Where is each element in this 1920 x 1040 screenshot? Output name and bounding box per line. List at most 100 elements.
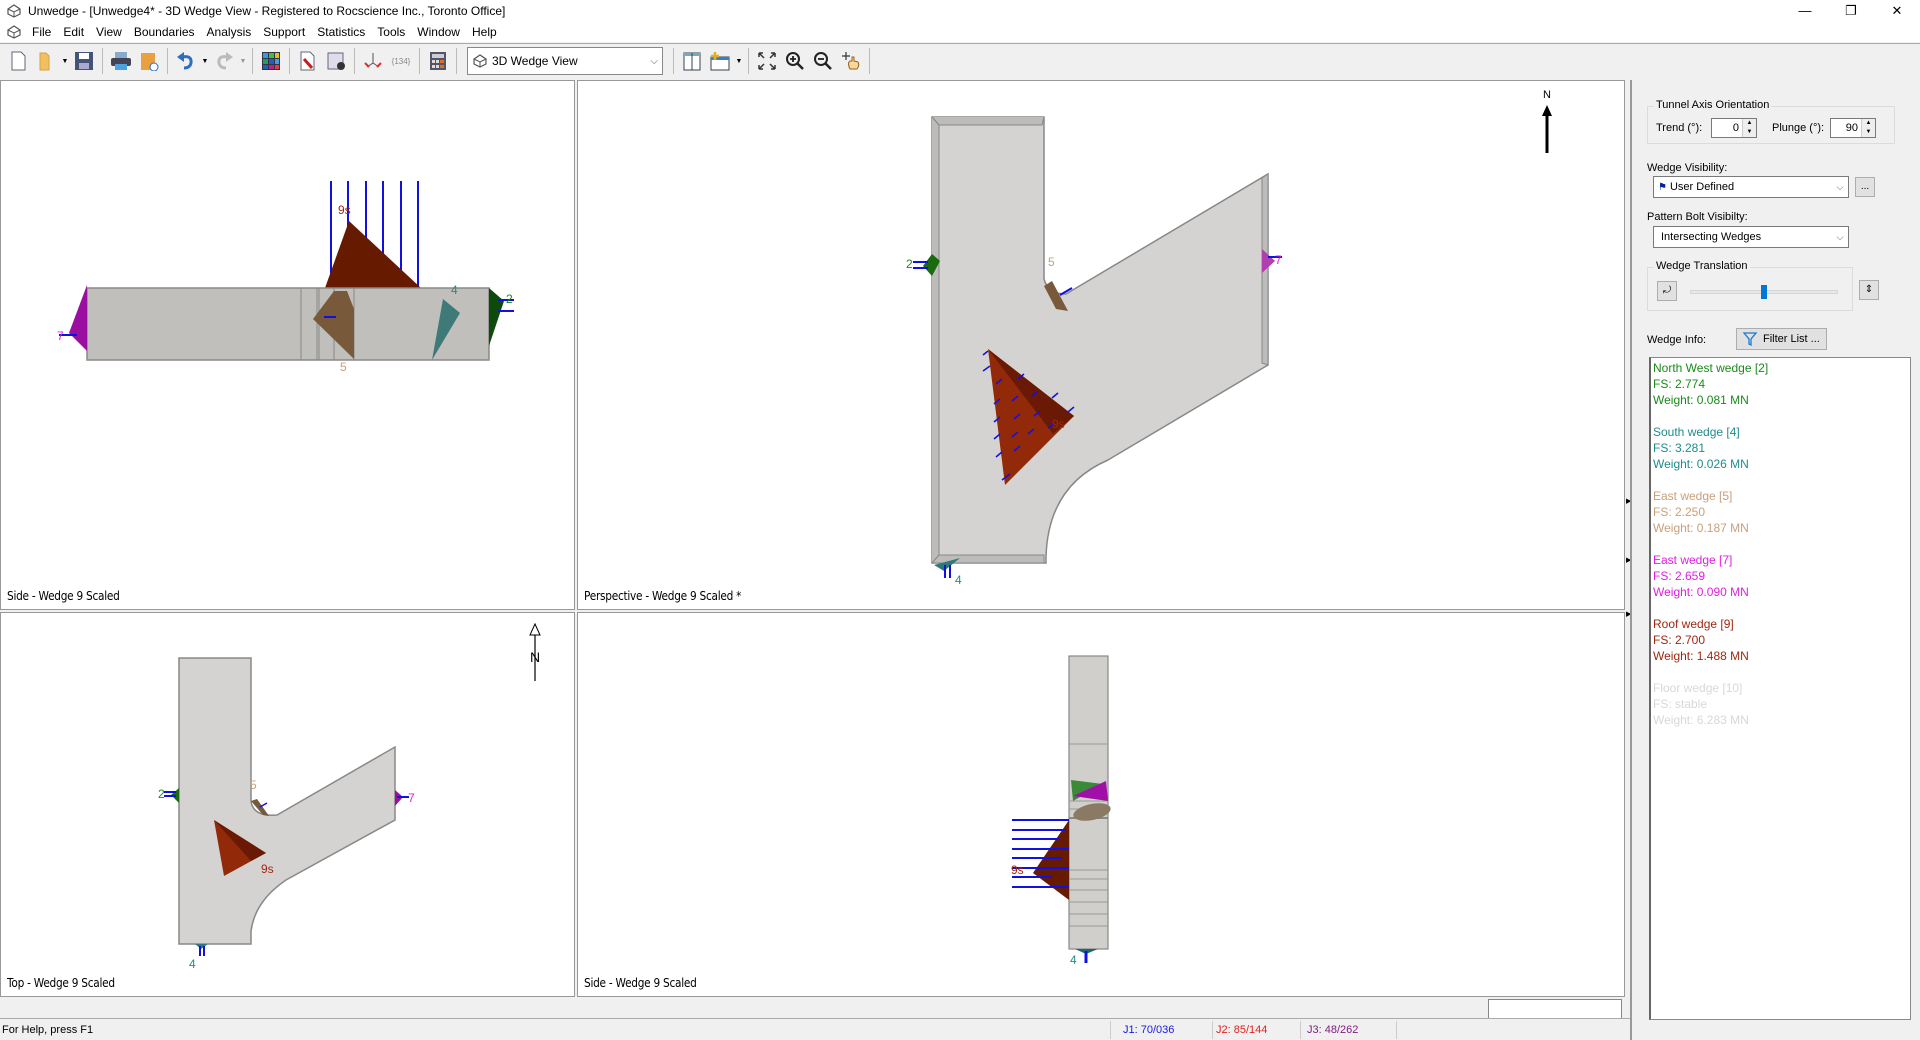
menu-window[interactable]: Window [411, 25, 466, 39]
wedge-translation-title: Wedge Translation [1654, 260, 1750, 272]
tunnel-axis-title: Tunnel Axis Orientation [1654, 99, 1772, 111]
viewport-side-top[interactable]: 9s 4 2 7 5 Side - Wedge 9 Scaled [0, 80, 575, 610]
wedge-label-2: 2 [906, 257, 913, 271]
new-window-button[interactable] [708, 49, 732, 73]
pattern-bolt-select[interactable]: Intersecting Wedges ⌵ [1653, 226, 1849, 248]
zoom-out-icon [814, 52, 832, 70]
pan-button[interactable] [839, 49, 863, 73]
wedge-info-name: East wedge [5] [1653, 489, 1733, 503]
menu-file[interactable]: File [26, 25, 57, 39]
redo-dropdown[interactable]: ▼ [238, 49, 248, 73]
slider-thumb[interactable] [1761, 285, 1767, 299]
wedge-info-entry: South wedge [4] FS: 3.281 Weight: 0.026 MN [1653, 424, 1908, 472]
document-icon[interactable] [6, 25, 22, 39]
menu-analysis[interactable]: Analysis [201, 25, 258, 39]
chevron-down-icon: ⌵ [650, 55, 658, 67]
menu-view[interactable]: View [90, 25, 128, 39]
new-file-button[interactable] [6, 49, 30, 73]
open-button[interactable] [34, 49, 58, 73]
tunnel-shape [930, 116, 1269, 564]
tile-vertical-button[interactable] [680, 49, 704, 73]
view-select[interactable]: 3D Wedge View ⌵ [467, 47, 663, 75]
input-data-button[interactable] [361, 49, 385, 73]
wedge-info-entry: East wedge [5] FS: 2.250 Weight: 0.187 MN [1653, 488, 1908, 536]
toolbar-separator [289, 48, 290, 74]
toolbar-separator [419, 48, 420, 74]
redo-icon [217, 52, 233, 70]
wedge-info-name: Roof wedge [9] [1653, 617, 1734, 631]
translate-options-button[interactable]: ⇕ [1859, 280, 1879, 300]
filter-icon [1743, 332, 1757, 346]
wedge-info-fs: FS: 2.700 [1653, 633, 1706, 647]
wedge-info-fs: FS: 2.774 [1653, 377, 1706, 391]
tunnel-side-profile [86, 287, 490, 361]
status-separator [1212, 1021, 1213, 1039]
open-dropdown[interactable]: ▼ [60, 49, 70, 73]
reset-icon: ⤾ [1662, 285, 1672, 296]
spinner-arrows-icon[interactable]: ▲ ▼ [1742, 119, 1756, 137]
project-settings-button[interactable] [296, 49, 320, 73]
menu-support[interactable]: Support [257, 25, 311, 39]
calculator-button[interactable] [426, 49, 450, 73]
filter-list-button[interactable]: Filter List ... [1736, 328, 1827, 350]
pattern-bolt-value: Intersecting Wedges [1661, 231, 1762, 243]
wedge-label-7: 7 [408, 791, 415, 805]
undo-button[interactable] [174, 49, 198, 73]
joint-1-orientation: J1: 70/036 [1123, 1024, 1175, 1036]
wedge-info-weight: Weight: 6.283 MN [1653, 713, 1749, 727]
tunnel-axis-group: Tunnel Axis Orientation Trend (°): 0 ▲ ▼ … [1647, 99, 1895, 144]
trend-spinner[interactable]: 0 ▲ ▼ [1711, 118, 1757, 138]
spinner-arrows-icon[interactable]: ▲ ▼ [1861, 119, 1875, 137]
minimize-button[interactable]: — [1782, 0, 1828, 22]
display-options-button[interactable] [259, 49, 283, 73]
new-window-icon [710, 52, 730, 71]
joint-combinations-button[interactable]: {134} [389, 49, 413, 73]
toolbar-separator [354, 48, 355, 74]
new-window-dropdown[interactable]: ▼ [734, 49, 744, 73]
toolbar-separator [252, 48, 253, 74]
export-icon [141, 53, 159, 71]
help-text: For Help, press F1 [2, 1024, 94, 1036]
redo-button[interactable] [212, 49, 236, 73]
wedge-translation-group: Wedge Translation ⤾ [1647, 260, 1853, 311]
viewport-label: Top - Wedge 9 Scaled [7, 976, 115, 990]
wedge-label-4: 4 [1070, 953, 1077, 967]
undo-dropdown[interactable]: ▼ [200, 49, 210, 73]
translate-reset-button[interactable]: ⤾ [1657, 281, 1677, 301]
wedge-info-entry: Roof wedge [9] FS: 2.700 Weight: 1.488 MN [1653, 616, 1908, 664]
save-button[interactable] [72, 49, 96, 73]
wedge-label-5: 5 [340, 360, 347, 374]
plunge-spinner[interactable]: 90 ▲ ▼ [1830, 118, 1876, 138]
viewport-top[interactable]: 2 5 7 9s 4 N Top - Wedge 9 Scaled [0, 612, 575, 997]
wedge-info-weight: Weight: 0.187 MN [1653, 521, 1749, 535]
zoom-extents-button[interactable] [755, 49, 779, 73]
menu-edit[interactable]: Edit [57, 25, 90, 39]
zoom-out-button[interactable] [811, 49, 835, 73]
wedge-label-4: 4 [189, 957, 196, 971]
wedge-visibility-select[interactable]: ⚑ User Defined ⌵ [1653, 176, 1849, 198]
project-settings-icon [300, 51, 315, 71]
print-button[interactable] [109, 49, 133, 73]
pattern-bolt-label: Pattern Bolt Visibilty: [1647, 211, 1748, 223]
menu-tools[interactable]: Tools [371, 25, 411, 39]
menu-boundaries[interactable]: Boundaries [128, 25, 201, 39]
open-folder-icon [39, 52, 50, 71]
viewport-perspective[interactable]: 2 5 7 9s 4 N Perspective - Wedge 9 Scale… [577, 80, 1625, 610]
wedge-label-5: 5 [250, 778, 257, 792]
analysis-settings-button[interactable] [324, 49, 348, 73]
top-view-canvas: 2 5 7 9s 4 N [158, 622, 541, 971]
menu-statistics[interactable]: Statistics [311, 25, 371, 39]
restore-button[interactable]: ❐ [1828, 0, 1874, 22]
zoom-in-button[interactable] [783, 49, 807, 73]
export-button[interactable] [137, 49, 161, 73]
wedge-label-7: 7 [1275, 253, 1282, 267]
menu-help[interactable]: Help [466, 25, 503, 39]
viewport-side-bottom[interactable]: 9s 4 Side - Wedge 9 Scaled [577, 612, 1625, 997]
status-separator [1110, 1021, 1111, 1039]
wedge-info-name: Floor wedge [10] [1653, 681, 1743, 695]
joint-3-orientation: J3: 48/262 [1307, 1024, 1359, 1036]
wedge-visibility-more-button[interactable]: ... [1855, 177, 1875, 197]
wedge-info-list[interactable]: North West wedge [2] FS: 2.774 Weight: 0.0… [1649, 357, 1911, 1020]
calculator-icon [430, 52, 446, 70]
close-button[interactable]: ✕ [1874, 0, 1920, 22]
